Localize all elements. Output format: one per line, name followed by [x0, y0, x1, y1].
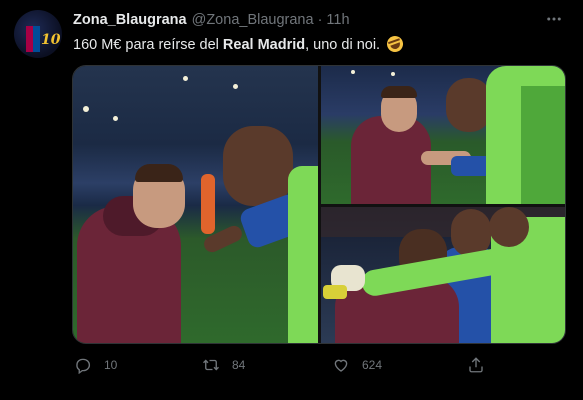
reply-button[interactable]: 10 [74, 355, 117, 375]
tweet-text: 160 M€ para reírse del Real Madrid, uno … [73, 33, 406, 55]
player-sleeve [451, 156, 491, 176]
reply-count: 10 [104, 358, 118, 372]
background-player [201, 174, 215, 234]
jersey-shadow [521, 86, 565, 204]
tweet-text-bold: Real Madrid [222, 37, 306, 53]
player-hair [135, 164, 183, 182]
goalkeeper-jersey [288, 166, 318, 343]
stadium-light [351, 70, 355, 74]
media-grid [72, 65, 566, 344]
photo-2[interactable] [321, 66, 565, 204]
avatar-stripe [26, 26, 33, 52]
avatar[interactable]: 10 [14, 10, 62, 58]
tweet-actions: 10 84 624 [72, 355, 566, 375]
display-name[interactable]: Zona_Blaugrana [73, 12, 187, 28]
player-hair [381, 86, 417, 98]
avatar-number: 10 [41, 32, 61, 48]
photo-1[interactable] [73, 66, 318, 343]
stadium-light [183, 76, 188, 81]
retweet-count: 84 [232, 358, 246, 372]
separator: · [317, 12, 323, 28]
user-handle[interactable]: @Zona_Blaugrana [192, 12, 314, 28]
share-button[interactable] [467, 355, 485, 375]
tweet-text-start: 160 M€ para reírse del [73, 37, 223, 53]
photo-3[interactable] [321, 207, 565, 343]
reply-icon [76, 358, 91, 374]
retweet-icon [203, 359, 219, 371]
rolling-laughing-emoji-icon [384, 33, 406, 55]
player-face-dark [223, 126, 293, 206]
stadium-light [233, 84, 238, 89]
goalkeeper-face [489, 207, 529, 247]
tweet-header: Zona_Blaugrana @Zona_Blaugrana · 11h [73, 12, 350, 30]
more-icon[interactable] [545, 10, 563, 31]
avatar-stripe [33, 26, 40, 52]
like-button[interactable]: 624 [332, 355, 382, 375]
share-icon [469, 357, 483, 373]
stadium-light [113, 116, 118, 121]
stadium-light [391, 72, 395, 76]
like-icon [334, 359, 348, 372]
stadium-light [83, 106, 89, 112]
retweet-button[interactable]: 84 [202, 355, 245, 375]
glove-accent [323, 285, 347, 299]
timestamp[interactable]: 11h [326, 12, 349, 28]
like-count: 624 [362, 358, 383, 372]
tweet-text-end: , uno di noi. [305, 37, 381, 53]
